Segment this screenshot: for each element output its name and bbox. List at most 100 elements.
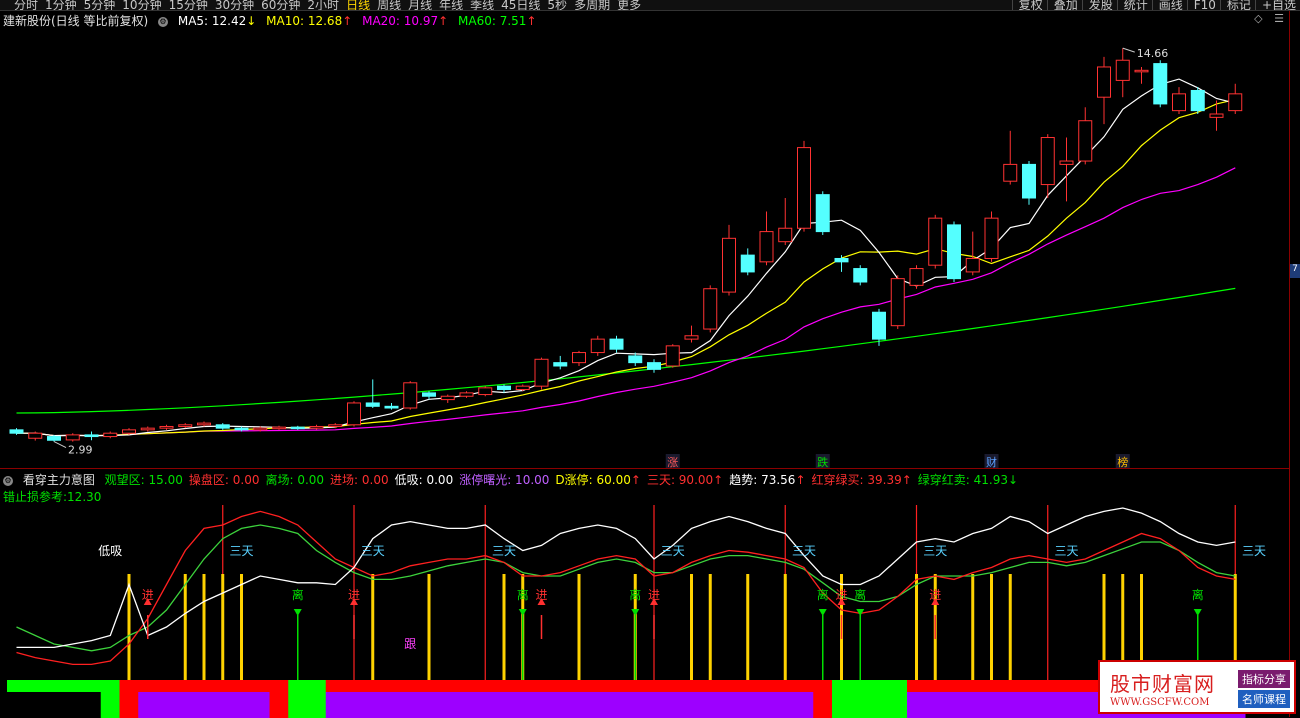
yellow-signal-bar xyxy=(690,574,693,680)
menu-icon[interactable]: ☰ xyxy=(1274,12,1284,25)
price-axis-badge: 7 xyxy=(1290,264,1300,278)
band-bottom xyxy=(963,692,983,718)
signal-label: 三天 xyxy=(1242,544,1266,558)
band-bottom xyxy=(1076,692,1096,718)
candle-body xyxy=(1116,60,1129,80)
band-top xyxy=(345,680,365,692)
band-bottom xyxy=(495,692,515,718)
period-tab[interactable]: 10分钟 xyxy=(122,0,161,11)
signal-label: 离 xyxy=(292,587,304,602)
period-tab[interactable]: 15分钟 xyxy=(169,0,208,11)
signal-label: 三天 xyxy=(361,544,385,558)
tool-button[interactable]: +自选 xyxy=(1255,0,1296,11)
period-tabs: 分时 1分钟 5分钟 10分钟 15分钟 30分钟 60分钟 2小时日线周线月线年线季线 45日… xyxy=(14,0,648,11)
band-top xyxy=(157,680,177,692)
tool-button[interactable]: 发股 xyxy=(1082,0,1113,11)
candle-body xyxy=(516,386,529,389)
period-tab[interactable]: 更多 xyxy=(617,0,641,11)
band-top xyxy=(363,680,383,692)
period-tab[interactable]: 2小时 xyxy=(307,0,339,11)
period-tab[interactable]: 月线 xyxy=(408,0,432,11)
settings-circle-icon[interactable]: ⚙ xyxy=(158,17,168,27)
candle-body xyxy=(1098,67,1111,97)
candle-body xyxy=(1210,114,1223,117)
band-top xyxy=(738,680,758,692)
legend-item: 操盘区: 0.00 xyxy=(189,473,260,487)
period-tab[interactable]: 日线 xyxy=(346,0,370,11)
legend-item-text: 趋势: 73.56 xyxy=(729,473,795,487)
period-tab[interactable]: 60分钟 xyxy=(261,0,300,11)
legend-item: 红穿绿买: 39.39↑ xyxy=(812,473,912,487)
period-tab[interactable]: 30分钟 xyxy=(215,0,254,11)
signal-arrow-icon xyxy=(631,609,639,616)
ma60-readout: MA60: 7.51↑ xyxy=(458,14,536,28)
candle-body xyxy=(948,225,961,279)
tool-button[interactable]: 统计 xyxy=(1117,0,1148,11)
band-top xyxy=(663,680,683,692)
legend-arrow: ↑ xyxy=(713,473,723,487)
band-top xyxy=(626,680,646,692)
candle-body xyxy=(1173,94,1186,111)
period-tab[interactable]: 5分钟 xyxy=(84,0,116,11)
band-bottom xyxy=(288,692,308,718)
period-tab[interactable]: 季线 xyxy=(470,0,494,11)
tool-button[interactable]: 标记 xyxy=(1220,0,1251,11)
window-controls: ◇ ☰ xyxy=(1254,12,1284,25)
yellow-signal-bar xyxy=(371,574,374,680)
tool-button[interactable]: 画线 xyxy=(1152,0,1183,11)
band-top xyxy=(7,680,27,692)
signal-label: 三天 xyxy=(792,544,816,558)
yellow-signal-bar xyxy=(184,574,187,680)
signal-label: 三天 xyxy=(492,544,516,558)
legend-item: 涨停曙光: 10.00 xyxy=(459,473,549,487)
candle-body xyxy=(479,388,492,395)
period-tab[interactable]: 年线 xyxy=(439,0,463,11)
candle-body xyxy=(910,269,923,286)
signal-label: 离 xyxy=(854,587,866,602)
period-tab[interactable]: 1分钟 xyxy=(45,0,77,11)
legend-arrow: ↑ xyxy=(631,473,641,487)
tool-button[interactable]: F10 xyxy=(1187,0,1216,11)
band-top xyxy=(120,680,140,692)
candle-body xyxy=(85,435,98,437)
tool-button[interactable]: 复权 xyxy=(1012,0,1043,11)
period-tab[interactable]: 多周期 xyxy=(574,0,610,11)
band-bottom xyxy=(1020,692,1040,718)
yellow-signal-bar xyxy=(915,574,918,680)
signal-label: 进 xyxy=(142,588,154,602)
low-pointer xyxy=(54,442,66,448)
candle-body xyxy=(66,435,79,440)
band-bottom xyxy=(888,692,908,718)
candle-body xyxy=(854,269,867,282)
candle-body xyxy=(423,393,436,396)
tool-button[interactable]: 叠加 xyxy=(1047,0,1078,11)
signal-label: 低吸 xyxy=(98,544,122,558)
band-top xyxy=(701,680,721,692)
signal-label: 离 xyxy=(517,587,529,602)
period-tab[interactable]: 分时 xyxy=(14,0,38,11)
main-chart-header: 建新股份(日线 等比前复权) ⚙ MA5: 12.42↓ MA10: 12.68… xyxy=(0,12,1290,30)
diamond-icon[interactable]: ◇ xyxy=(1254,12,1262,25)
legend-item: 观望区: 15.00 xyxy=(105,473,183,487)
signal-label: 三天 xyxy=(1054,544,1078,558)
watermark-tag-share: 指标分享 xyxy=(1238,670,1290,688)
band-top xyxy=(720,680,740,692)
band-top xyxy=(1057,680,1077,692)
period-tab[interactable]: 5秒 xyxy=(547,0,567,11)
candle-body xyxy=(1004,164,1017,181)
period-tab[interactable]: 45日线 xyxy=(501,0,540,11)
indicator-chart[interactable]: 低吸三天三天三天三天三天三天三天三天进离进离进离进离进离进离跟 xyxy=(0,500,1290,718)
indicator-settings-icon[interactable]: ⚙ xyxy=(3,476,13,486)
candle-body xyxy=(610,339,623,349)
candle-body xyxy=(141,428,154,430)
yellow-signal-bar xyxy=(240,574,243,680)
candle-body xyxy=(1023,164,1036,198)
band-bottom xyxy=(326,692,346,718)
candle-body xyxy=(573,353,586,363)
period-tab[interactable]: 周线 xyxy=(377,0,401,11)
signal-label: 离 xyxy=(817,587,829,602)
band-bottom xyxy=(251,692,271,718)
yellow-signal-bar xyxy=(784,574,787,680)
watermark-tag-course: 名师课程 xyxy=(1238,690,1290,708)
candlestick-chart[interactable]: 14.662.99涨跌财榜 xyxy=(0,30,1290,468)
